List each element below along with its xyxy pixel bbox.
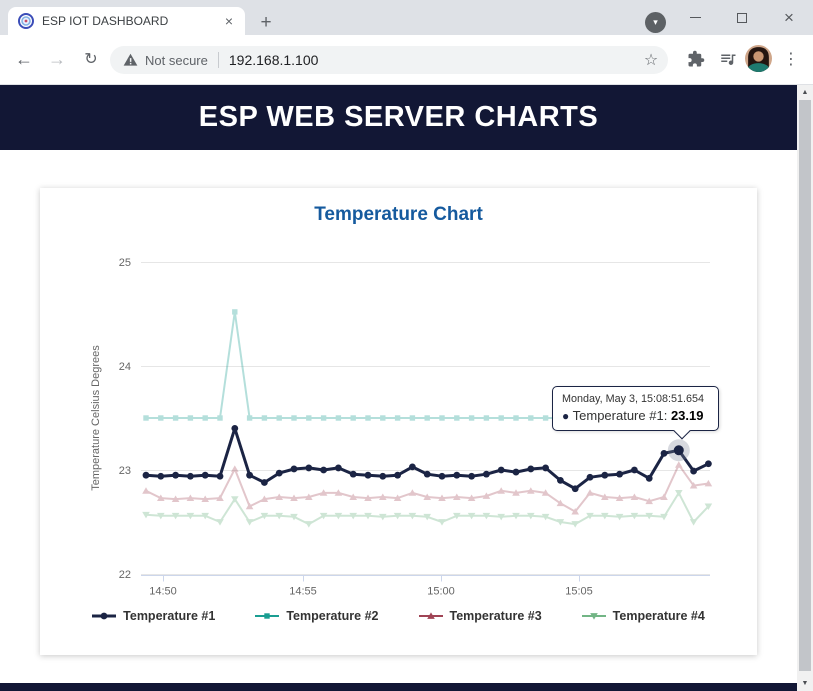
page-title: ESP WEB SERVER CHARTS bbox=[199, 101, 598, 133]
svg-text:23: 23 bbox=[119, 465, 131, 477]
vertical-scrollbar[interactable]: ▲ ▼ bbox=[797, 85, 813, 691]
browser-window: ESP IOT DASHBOARD × + ▾ × ← → ↻ bbox=[0, 0, 813, 691]
extensions-puzzle-icon[interactable] bbox=[682, 45, 710, 73]
legend-item-temperature-1[interactable]: Temperature #1 bbox=[92, 609, 215, 623]
legend-marker-triangle-down-icon bbox=[582, 609, 606, 623]
window-minimize-button[interactable] bbox=[676, 0, 714, 35]
page-header-banner: ESP WEB SERVER CHARTS bbox=[0, 85, 797, 150]
tooltip-series-label: Temperature #1: bbox=[573, 408, 668, 423]
svg-text:15:05: 15:05 bbox=[565, 586, 593, 598]
web-page: ESP WEB SERVER CHARTS Temperature Chart … bbox=[0, 85, 797, 691]
profile-avatar[interactable] bbox=[745, 45, 772, 72]
legend-marker-circle-icon bbox=[92, 609, 116, 623]
window-maximize-button[interactable] bbox=[723, 0, 761, 35]
svg-text:25: 25 bbox=[119, 257, 131, 269]
svg-text:24: 24 bbox=[119, 361, 131, 373]
legend-item-temperature-4[interactable]: Temperature #4 bbox=[582, 609, 705, 623]
browser-menu-button[interactable]: ⋮ bbox=[779, 45, 803, 73]
chart-legend: Temperature #1 Temperature #2 Temperatur… bbox=[40, 609, 757, 623]
chart-tooltip: Monday, May 3, 15:08:51.654 ● Temperatur… bbox=[552, 386, 719, 431]
bookmark-star-icon[interactable]: ☆ bbox=[639, 48, 663, 72]
browser-titlebar: ESP IOT DASHBOARD × + ▾ × bbox=[0, 0, 813, 35]
browser-toolbar: ← → ↻ Not secure 192.168.1.100 ☆ bbox=[0, 35, 813, 85]
chart-card: Temperature Chart 2524232214:5014:5515:0… bbox=[40, 188, 757, 655]
legend-item-temperature-2[interactable]: Temperature #2 bbox=[255, 609, 378, 623]
tab-close-icon[interactable]: × bbox=[220, 12, 238, 30]
scroll-up-arrow-icon[interactable]: ▲ bbox=[797, 85, 813, 100]
tooltip-date: Monday, May 3, 15:08:51.654 bbox=[562, 393, 709, 405]
tooltip-series-line: ● Temperature #1: 23.19 bbox=[562, 408, 709, 423]
svg-text:14:55: 14:55 bbox=[289, 586, 317, 598]
svg-text:14:50: 14:50 bbox=[149, 586, 177, 598]
browser-tab[interactable]: ESP IOT DASHBOARD × bbox=[8, 7, 245, 35]
chevron-down-icon: ▾ bbox=[653, 18, 658, 27]
legend-marker-square-icon bbox=[255, 609, 279, 623]
scrollbar-thumb[interactable] bbox=[799, 100, 811, 671]
maximize-icon bbox=[737, 13, 747, 23]
scroll-down-arrow-icon[interactable]: ▼ bbox=[797, 676, 813, 691]
media-playlist-icon[interactable] bbox=[714, 45, 742, 73]
omnibox-divider bbox=[218, 52, 219, 68]
address-bar[interactable]: Not secure 192.168.1.100 ☆ bbox=[110, 46, 668, 74]
legend-marker-triangle-icon bbox=[419, 609, 443, 623]
not-secure-warning-icon[interactable] bbox=[123, 53, 138, 67]
page-bottom-strip bbox=[0, 683, 797, 691]
window-close-button[interactable]: × bbox=[770, 0, 808, 35]
reload-button[interactable]: ↻ bbox=[77, 45, 105, 73]
minimize-icon bbox=[690, 17, 701, 18]
back-button[interactable]: ← bbox=[10, 45, 38, 73]
svg-text:22: 22 bbox=[119, 569, 131, 581]
tooltip-series-bullet: ● bbox=[562, 409, 569, 423]
site-favicon-icon bbox=[18, 13, 34, 29]
svg-text:15:00: 15:00 bbox=[427, 586, 455, 598]
tab-title: ESP IOT DASHBOARD bbox=[42, 14, 220, 28]
security-label: Not secure bbox=[145, 53, 208, 68]
legend-item-temperature-3[interactable]: Temperature #3 bbox=[419, 609, 542, 623]
tooltip-value: 23.19 bbox=[671, 408, 704, 423]
url-text[interactable]: 192.168.1.100 bbox=[229, 52, 319, 68]
new-tab-button[interactable]: + bbox=[253, 10, 279, 35]
svg-text:Temperature Celsius Degrees: Temperature Celsius Degrees bbox=[90, 345, 102, 491]
media-controls-button[interactable]: ▾ bbox=[645, 12, 666, 33]
forward-button[interactable]: → bbox=[43, 45, 71, 73]
